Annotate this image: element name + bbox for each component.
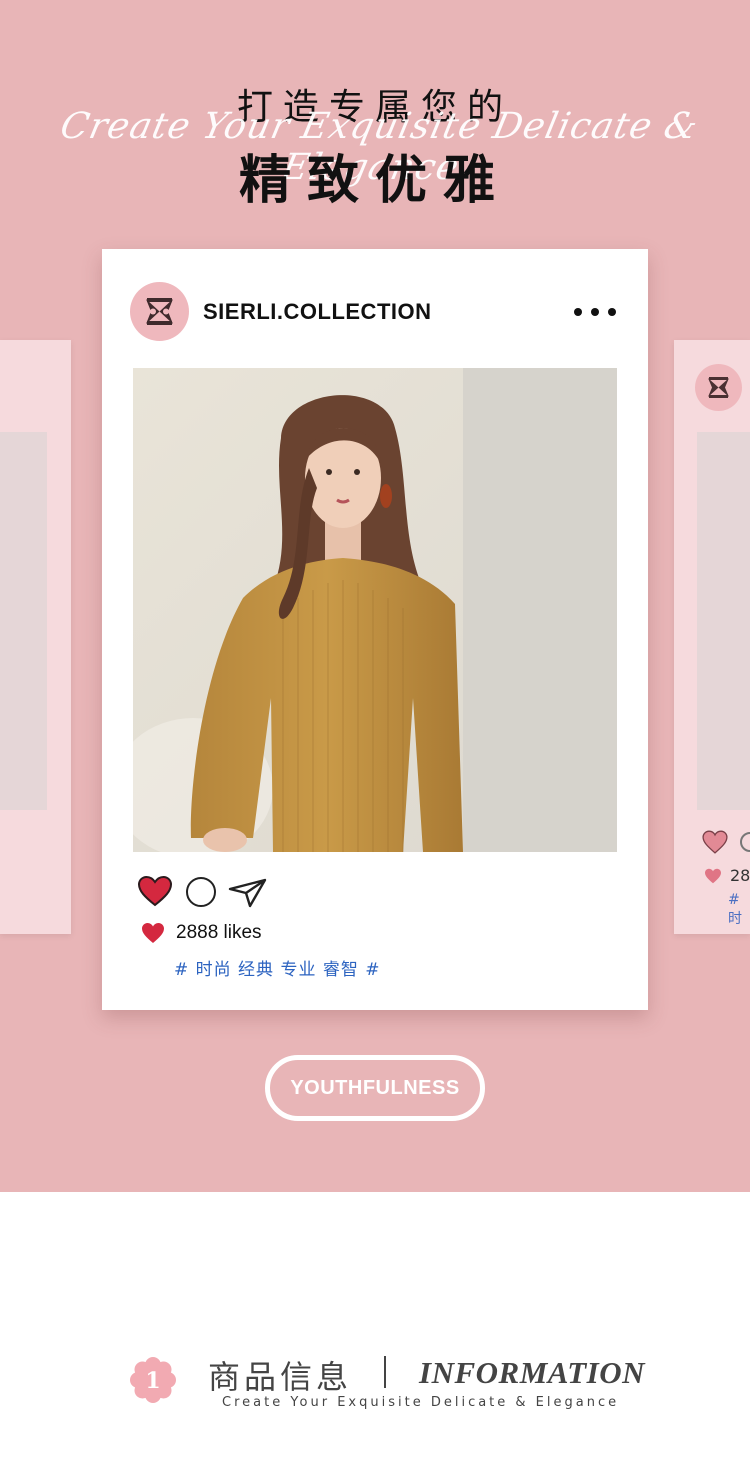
youthfulness-button[interactable]: YOUTHFULNESS bbox=[265, 1055, 485, 1121]
side-heart-icon bbox=[702, 830, 728, 854]
side-card-left[interactable] bbox=[0, 340, 71, 934]
post-photo[interactable] bbox=[133, 368, 617, 852]
likes-count[interactable]: 2888 likes bbox=[176, 922, 262, 944]
likes-heart-icon bbox=[142, 923, 164, 943]
share-send-icon[interactable] bbox=[228, 877, 268, 909]
comment-icon[interactable] bbox=[186, 877, 216, 907]
more-dot-icon bbox=[574, 308, 582, 316]
youthfulness-label: YOUTHFULNESS bbox=[290, 1076, 460, 1099]
side-likes-text: 288 bbox=[730, 866, 750, 885]
side-avatar-icon bbox=[695, 364, 742, 411]
info-divider bbox=[384, 1356, 386, 1388]
more-dot-icon bbox=[608, 308, 616, 316]
model-photo-image bbox=[133, 368, 617, 852]
side-comment-icon bbox=[740, 832, 750, 852]
side-card-right[interactable]: 288 # 时 bbox=[674, 340, 750, 934]
like-heart-icon[interactable] bbox=[137, 875, 173, 907]
more-dot-icon bbox=[591, 308, 599, 316]
hero-section: 打造专属您的 Create Your Exquisite Delicate & … bbox=[0, 0, 750, 1192]
section-number: 1 bbox=[145, 1368, 160, 1394]
brand-logo-icon bbox=[146, 298, 173, 325]
post-hashtags[interactable]: # 时尚 经典 专业 睿智 # bbox=[174, 955, 381, 980]
side-small-heart-icon bbox=[705, 868, 721, 884]
hero-title-line2: 精致优雅 bbox=[238, 151, 511, 211]
info-subtitle: Create Your Exquisite Delicate & Eleganc… bbox=[222, 1395, 620, 1410]
info-title-en: INFORMATION bbox=[419, 1355, 645, 1390]
flower-number-badge-icon: 1 bbox=[130, 1357, 176, 1403]
post-card: SIERLI.COLLECTION 2888 likes # 时尚 经典 专业 … bbox=[102, 249, 648, 1010]
more-options-button[interactable] bbox=[574, 299, 616, 325]
post-username[interactable]: SIERLI.COLLECTION bbox=[203, 299, 432, 325]
info-title-cn: 商品信息 bbox=[208, 1358, 353, 1396]
side-tags-text: # 时 bbox=[728, 892, 742, 927]
avatar[interactable] bbox=[130, 282, 189, 341]
side-card-photo bbox=[697, 432, 750, 810]
side-card-photo bbox=[0, 432, 47, 810]
